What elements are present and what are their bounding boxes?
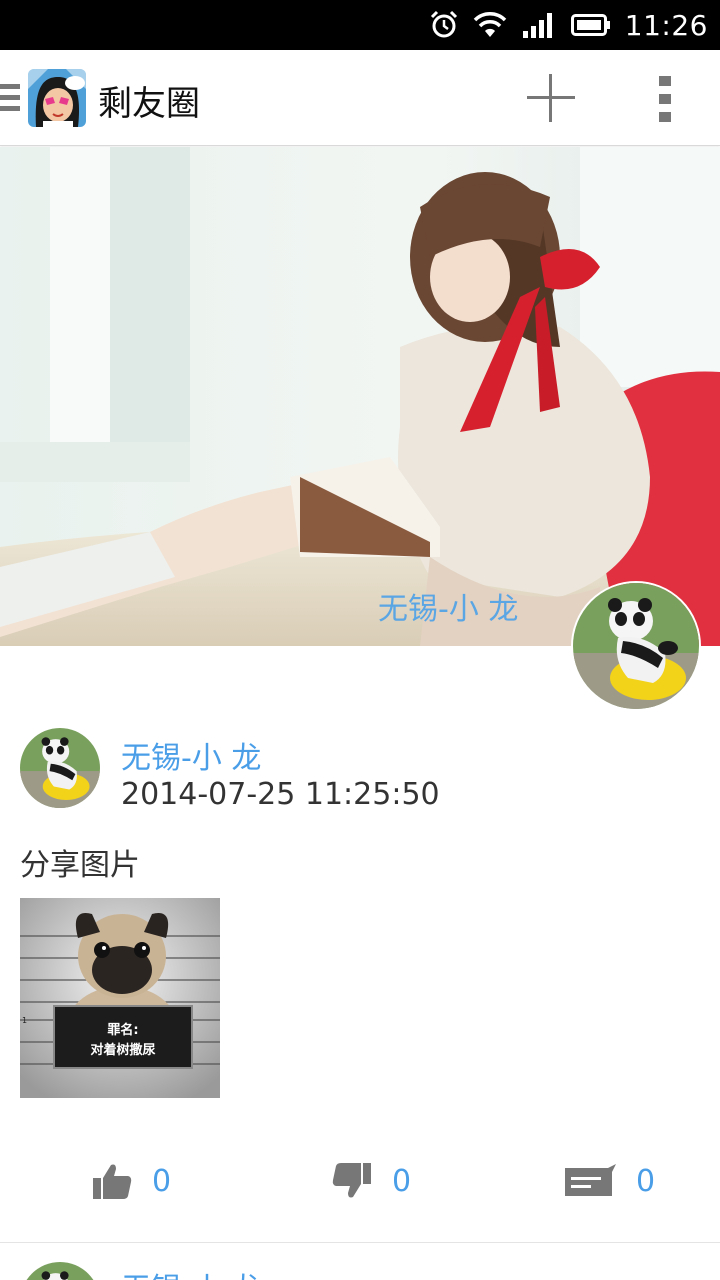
app-logo[interactable] [28, 69, 86, 127]
overflow-menu-icon[interactable] [650, 76, 680, 126]
thumbs-up-icon [93, 1164, 132, 1199]
like-button[interactable]: 0 [92, 1158, 171, 1204]
battery-icon [570, 14, 610, 36]
dislike-button[interactable]: 0 [332, 1158, 411, 1204]
action-bar: 剩友圈 [0, 50, 720, 146]
status-bar-right: 11:26 [429, 0, 708, 50]
cover-avatar[interactable] [571, 581, 701, 711]
post-text: 分享图片 [20, 848, 140, 883]
post-divider [0, 1242, 720, 1243]
post-avatar[interactable] [20, 728, 100, 808]
post-timestamp: 2014-07-25 11:25:50 [121, 777, 440, 812]
app-title: 剩友圈 [98, 84, 200, 124]
post-image-sign-line2: 对着树撒尿 [90, 1042, 155, 1058]
post-image-ruler-mark: 1 [22, 1016, 27, 1025]
cover-image[interactable] [0, 147, 720, 646]
thumbs-down-icon [332, 1163, 371, 1198]
post-image[interactable]: 罪名: 对着树撒尿 1 [20, 898, 220, 1098]
dislike-count: 0 [392, 1163, 412, 1199]
post-image-sign-line1: 罪名: [107, 1022, 138, 1038]
add-icon[interactable] [520, 70, 582, 126]
menu-icon[interactable] [0, 84, 20, 114]
status-time: 11:26 [624, 8, 708, 42]
post-username[interactable]: 无锡-小 龙 [121, 733, 261, 777]
cover-username[interactable]: 无锡-小 龙 [378, 584, 518, 628]
alarm-icon [430, 10, 457, 38]
wifi-icon [473, 12, 507, 37]
comment-icon [565, 1164, 616, 1196]
signal-icon [522, 13, 552, 38]
comment-count: 0 [636, 1163, 656, 1199]
post-avatar[interactable] [20, 1262, 100, 1280]
like-count: 0 [152, 1163, 172, 1199]
status-bar: 11:26 [0, 0, 720, 50]
comment-button[interactable]: 0 [564, 1158, 655, 1204]
post-username[interactable]: 无锡-小 龙 [121, 1264, 261, 1280]
